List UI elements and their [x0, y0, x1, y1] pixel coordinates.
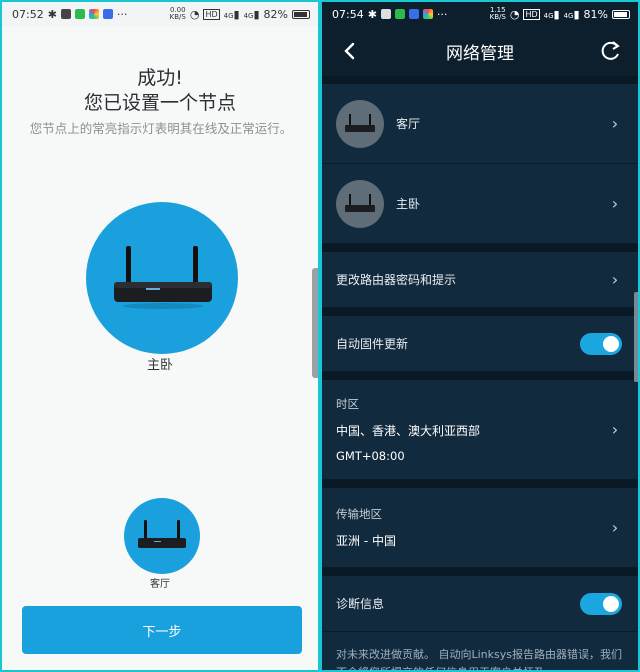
status-bar: 07:52 ✱ ··· 0.00 KB/S ◔ HD 4G▮ 4G▮ 82%: [2, 2, 318, 26]
left-phone-screen: 07:52 ✱ ··· 0.00 KB/S ◔ HD 4G▮ 4G▮ 82% 成功…: [2, 2, 318, 670]
router-icon: [114, 246, 212, 309]
router-thumbnail: [336, 99, 384, 148]
chevron-left-icon[interactable]: [336, 38, 362, 64]
screenshot-frame: 07:52 ✱ ··· 0.00 KB/S ◔ HD 4G▮ 4G▮ 82% 成功…: [0, 0, 640, 672]
signal-icon-1: 4G▮: [223, 7, 240, 21]
timezone-value: 中国、香港、澳大利亚西部: [336, 424, 481, 438]
chevron-right-icon: ›: [611, 114, 619, 133]
status-time: 07:52: [12, 7, 44, 21]
bluetooth-icon: ✱: [367, 7, 377, 21]
timezone-offset: GMT+08:00: [336, 449, 405, 463]
battery-level: 81%: [583, 7, 608, 21]
edge-handle[interactable]: [312, 268, 318, 378]
region-label: 传输地区: [336, 507, 382, 521]
primary-node-label: 主卧: [146, 358, 173, 373]
auto-firmware-toggle[interactable]: [580, 332, 622, 355]
wechat-icon: [74, 9, 85, 19]
photos-icon: [422, 9, 433, 19]
diagnostics-label: 诊断信息: [336, 597, 385, 611]
chevron-right-icon: ›: [611, 270, 619, 289]
more-icon: ···: [436, 7, 448, 21]
diagnostics-description: 对未来改进做贡献。 自动向Linksys报告路由器错误，我们不会将您所提交的任何…: [336, 648, 622, 670]
node-name: 主卧: [396, 197, 421, 211]
chevron-right-icon: ›: [611, 518, 619, 537]
bluetooth-icon: ✱: [47, 7, 57, 21]
app-icon: [60, 9, 71, 19]
success-subtitle: 您节点上的常亮指示灯表明其在线及正常运行。: [29, 121, 293, 136]
success-title: 成功! 您已设置一个节点: [83, 67, 236, 114]
signal-icon-1: 4G▮: [543, 7, 560, 21]
battery-icon: [612, 9, 630, 19]
battery-icon: [292, 9, 310, 19]
top-nav: 网络管理: [322, 26, 638, 76]
node-row-master-bedroom[interactable]: 主卧 ›: [322, 164, 638, 244]
signal-icon-2: 4G▮: [243, 7, 260, 21]
diagnostics-row: 诊断信息: [322, 576, 638, 632]
node-name: 客厅: [396, 117, 421, 131]
net-speed: 1.15 KB/S: [489, 6, 506, 21]
secondary-node-label: 客厅: [150, 579, 170, 590]
router-thumbnail: [336, 179, 384, 228]
more-icon: ···: [116, 7, 128, 21]
battery-level: 82%: [263, 7, 288, 21]
photos-icon: [88, 9, 99, 19]
diagnostics-toggle[interactable]: [580, 592, 622, 615]
change-password-row[interactable]: 更改路由器密码和提示 ›: [322, 252, 638, 308]
right-phone-screen: 07:54 ✱ ··· 1.15 KB/S ◔ HD 4G▮ 4G▮ 81% 网…: [322, 2, 638, 670]
wechat-icon: [394, 9, 405, 19]
router-icon: [138, 520, 186, 548]
chevron-right-icon: ›: [611, 420, 619, 439]
status-time: 07:54: [332, 7, 364, 21]
chevron-right-icon: ›: [611, 194, 619, 213]
net-speed: 0.00 KB/S: [169, 6, 186, 21]
change-password-label: 更改路由器密码和提示: [336, 273, 457, 287]
refresh-icon[interactable]: [598, 38, 624, 64]
secondary-node-image: [124, 498, 200, 574]
app-icon-blue: [102, 9, 113, 19]
region-row[interactable]: 传输地区 亚洲 - 中国 ›: [322, 488, 638, 568]
app-icon: [380, 9, 391, 19]
page-title: 网络管理: [446, 43, 514, 64]
status-bar: 07:54 ✱ ··· 1.15 KB/S ◔ HD 4G▮ 4G▮ 81%: [322, 2, 638, 26]
timezone-row[interactable]: 时区 中国、香港、澳大利亚西部 GMT+08:00 ›: [322, 380, 638, 480]
wifi-icon: ◔: [509, 7, 520, 21]
primary-node-image: [86, 202, 238, 354]
hd-badge: HD: [203, 8, 220, 20]
hd-badge: HD: [523, 8, 540, 20]
region-value: 亚洲 - 中国: [336, 534, 396, 548]
wifi-icon: ◔: [189, 7, 200, 21]
node-row-living-room[interactable]: 客厅 ›: [322, 84, 638, 164]
auto-firmware-label: 自动固件更新: [336, 337, 409, 351]
app-icon-blue: [408, 9, 419, 19]
timezone-label: 时区: [336, 397, 359, 411]
auto-firmware-row: 自动固件更新: [322, 316, 638, 372]
nodes-section: 客厅 › 主卧 ›: [322, 84, 638, 244]
next-button[interactable]: 下一步: [22, 606, 302, 654]
edge-handle[interactable]: [634, 292, 638, 382]
setup-success-screen: 成功! 您已设置一个节点 您节点上的常亮指示灯表明其在线及正常运行。 主卧 客厅…: [2, 26, 318, 670]
signal-icon-2: 4G▮: [563, 7, 580, 21]
